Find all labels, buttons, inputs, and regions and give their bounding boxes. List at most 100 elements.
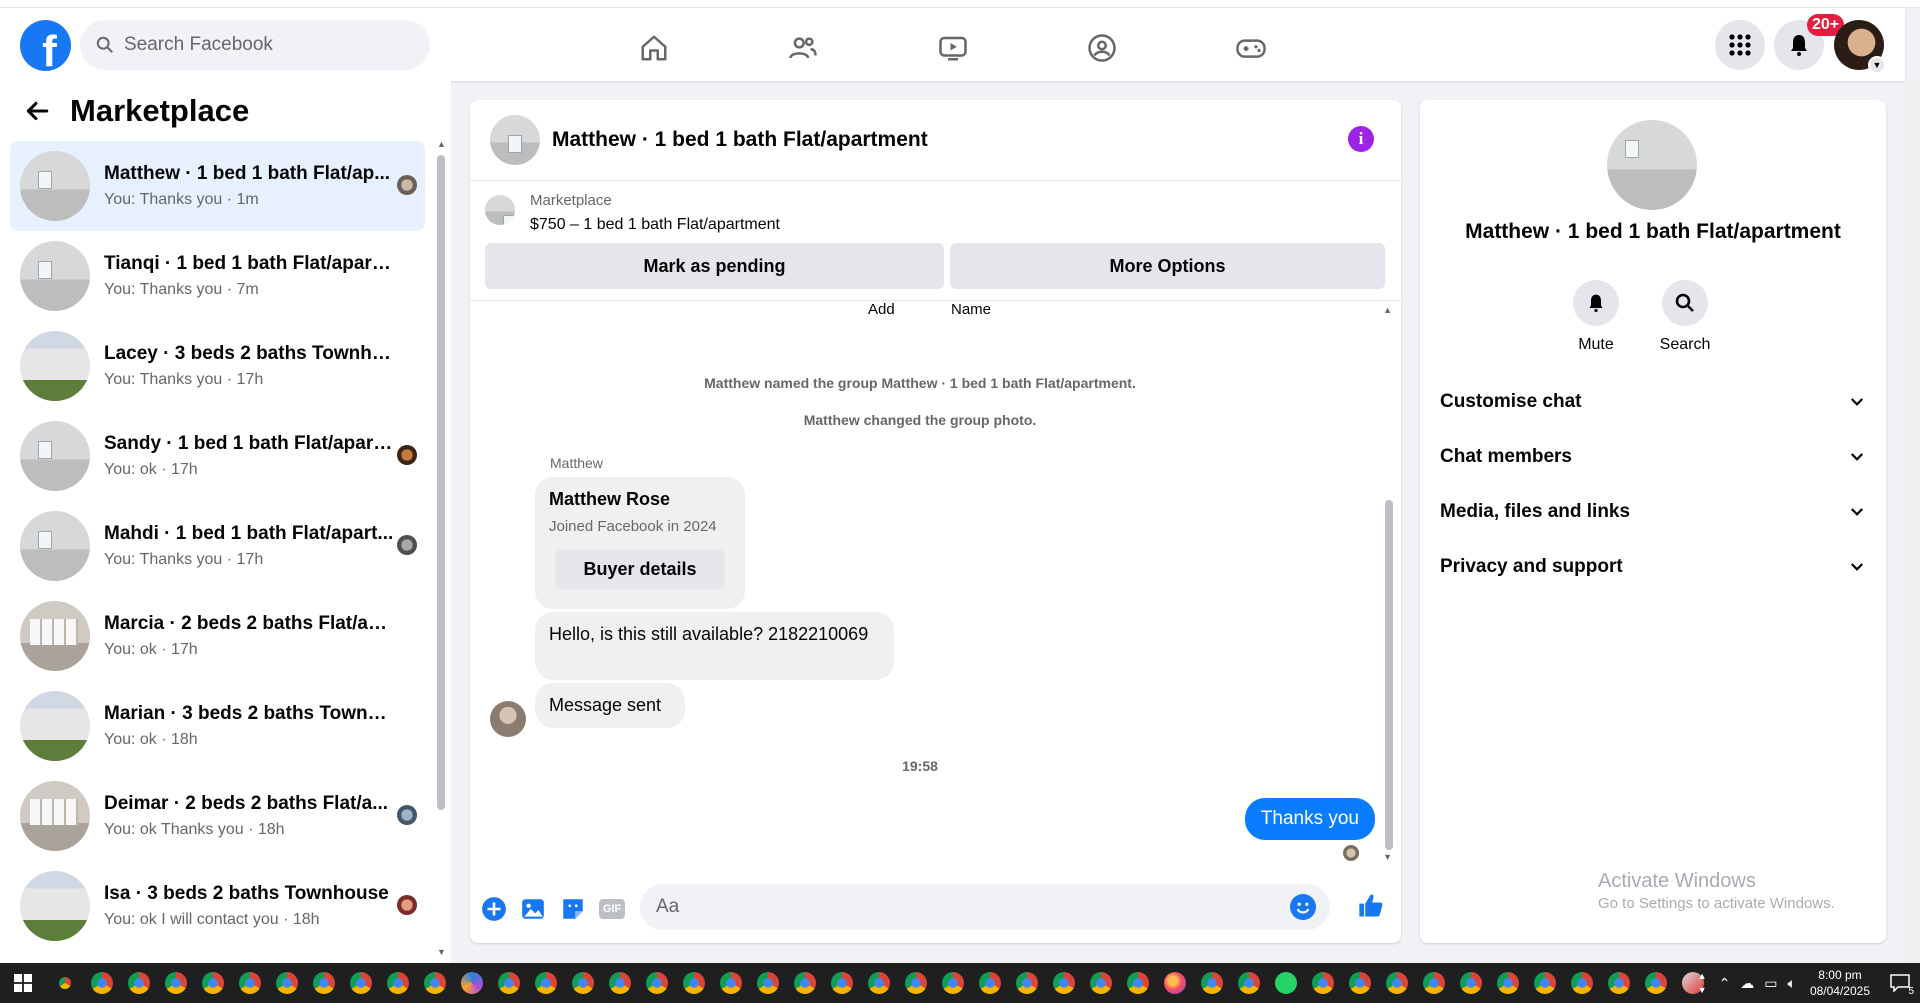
privacy-support-section[interactable]: Privacy and support	[1440, 545, 1866, 589]
info-icon[interactable]: i	[1348, 126, 1374, 152]
chrome-icon[interactable]	[1304, 963, 1341, 1003]
chrome-icon[interactable]	[1637, 963, 1674, 1003]
more-options-button[interactable]: More Options	[950, 243, 1385, 289]
sticker-icon[interactable]	[559, 895, 587, 923]
conversation-list-scrollbar[interactable]	[437, 155, 445, 810]
conversation-item[interactable]: Isa · 3 beds 2 baths Townhouse You: ok I …	[10, 861, 425, 951]
chrome-icon[interactable]	[1526, 963, 1563, 1003]
chrome-icon[interactable]	[1378, 963, 1415, 1003]
chrome-icon[interactable]	[1008, 963, 1045, 1003]
message-input[interactable]: Aa	[640, 884, 1330, 930]
chrome-icon[interactable]	[157, 963, 194, 1003]
conversation-item[interactable]: Mahdi · 1 bed 1 bath Flat/apart... You: T…	[10, 501, 425, 591]
conversation-item[interactable]: Lacey · 3 beds 2 baths Townhouse You: Tha…	[10, 321, 425, 411]
customise-chat-section[interactable]: Customise chat	[1440, 380, 1866, 424]
search-facebook-input[interactable]: Search Facebook	[80, 20, 430, 70]
gif-icon[interactable]: GIF	[598, 895, 626, 923]
whatsapp-icon[interactable]	[1267, 963, 1304, 1003]
like-thumbs-up-icon[interactable]	[1357, 892, 1385, 920]
scroll-up-arrow[interactable]: ▲	[1383, 305, 1392, 315]
chrome-icon[interactable]	[638, 963, 675, 1003]
volume-icon[interactable]: 🔈︎	[1788, 975, 1796, 992]
chrome-icon[interactable]	[749, 963, 786, 1003]
facebook-logo[interactable]: f	[20, 20, 71, 71]
chat-scrollbar[interactable]	[1385, 500, 1393, 850]
friends-icon[interactable]	[783, 28, 823, 68]
chrome-icon[interactable]	[416, 963, 453, 1003]
chrome-icon[interactable]	[1193, 963, 1230, 1003]
plus-icon[interactable]	[480, 895, 508, 923]
chrome-icon[interactable]	[1489, 963, 1526, 1003]
network-icon[interactable]: ☁	[1740, 975, 1754, 992]
show-hidden-icons-chevron-icon[interactable]: ⌃	[1719, 975, 1731, 992]
chrome-icon[interactable]	[490, 963, 527, 1003]
chat-members-section[interactable]: Chat members	[1440, 435, 1866, 479]
chrome-icon[interactable]	[1415, 963, 1452, 1003]
page-scrollbar[interactable]	[1905, 81, 1920, 963]
mute-button[interactable]: Mute	[1556, 280, 1636, 354]
conversation-item[interactable]: Sandy · 1 bed 1 bath Flat/apart... You: o…	[10, 411, 425, 501]
conversation-item[interactable]: Marcia · 2 beds 2 baths Flat/apar... You:…	[10, 591, 425, 681]
chrome-icon[interactable]	[971, 963, 1008, 1003]
chat-group-photo[interactable]	[490, 115, 540, 165]
chrome-icon[interactable]	[83, 963, 120, 1003]
chrome-icon[interactable]	[527, 963, 564, 1003]
scroll-up-arrow[interactable]: ▲	[437, 139, 446, 149]
conversation-item[interactable]: Matthew · 1 bed 1 bath Flat/ap... You: Th…	[10, 141, 425, 231]
chrome-icon[interactable]	[712, 963, 749, 1003]
gaming-icon[interactable]	[1231, 28, 1271, 68]
home-icon[interactable]	[634, 28, 674, 68]
firefox-icon[interactable]	[1156, 963, 1193, 1003]
conversation-item[interactable]: Deimar · 2 beds 2 baths Flat/a... You: ok…	[10, 771, 425, 861]
media-files-links-section[interactable]: Media, files and links	[1440, 490, 1866, 534]
emoji-icon[interactable]	[1290, 894, 1316, 920]
copilot-icon[interactable]	[453, 963, 490, 1003]
menu-grid-icon[interactable]	[1715, 20, 1765, 70]
chrome-icon[interactable]	[934, 963, 971, 1003]
chrome-icon[interactable]	[601, 963, 638, 1003]
group-photo[interactable]	[1607, 120, 1697, 210]
groups-icon[interactable]	[1082, 28, 1122, 68]
chrome-icon[interactable]	[564, 963, 601, 1003]
action-center-icon[interactable]: 5	[1880, 963, 1920, 1003]
chrome-icon[interactable]	[231, 963, 268, 1003]
chrome-icon[interactable]	[675, 963, 712, 1003]
chrome-icon[interactable]	[305, 963, 342, 1003]
chrome-icon[interactable]	[1452, 963, 1489, 1003]
buyer-details-button[interactable]: Buyer details	[555, 549, 725, 589]
back-arrow-icon[interactable]	[24, 98, 50, 124]
chrome-icon[interactable]	[1045, 963, 1082, 1003]
conversation-item[interactable]: Marian · 3 beds 2 baths Townho... You: ok…	[10, 681, 425, 771]
chrome-icon[interactable]	[823, 963, 860, 1003]
chrome-icon[interactable]	[786, 963, 823, 1003]
chrome-icon[interactable]	[1230, 963, 1267, 1003]
chrome-icon[interactable]	[897, 963, 934, 1003]
photo-icon[interactable]	[519, 895, 547, 923]
chrome-icon[interactable]	[120, 963, 157, 1003]
chevron-down-icon[interactable]: ▼	[1868, 56, 1886, 74]
chrome-icon[interactable]	[1119, 963, 1156, 1003]
monitor-icon[interactable]: ▭	[1764, 975, 1777, 992]
chrome-icon[interactable]	[1341, 963, 1378, 1003]
scroll-down-arrow[interactable]: ▼	[437, 947, 446, 957]
sender-avatar[interactable]	[490, 701, 526, 737]
chrome-icon[interactable]	[194, 963, 231, 1003]
conversation-item[interactable]: Tianqi · 1 bed 1 bath Flat/apartm... You:…	[10, 231, 425, 321]
chrome-icon[interactable]	[379, 963, 416, 1003]
chrome-icon[interactable]	[1600, 963, 1637, 1003]
chat-title[interactable]: Matthew · 1 bed 1 bath Flat/apartment	[552, 128, 928, 152]
scroll-down-arrow[interactable]: ▼	[1383, 852, 1392, 862]
search-in-chat-button[interactable]: Search	[1645, 280, 1725, 354]
mark-as-pending-button[interactable]: Mark as pending	[485, 243, 944, 289]
chrome-icon[interactable]	[1563, 963, 1600, 1003]
clock[interactable]: 8:00 pm 08/04/2025	[1810, 967, 1870, 999]
video-icon[interactable]	[933, 28, 973, 68]
chrome-icon[interactable]	[1082, 963, 1119, 1003]
chrome-icon[interactable]	[860, 963, 897, 1003]
marketplace-listing-banner[interactable]: Marketplace $750 – 1 bed 1 bath Flat/apa…	[470, 181, 1401, 239]
tray-scroll-arrows[interactable]: ▲ ▼	[1698, 969, 1707, 997]
chrome-icon[interactable]	[268, 963, 305, 1003]
chrome-icon[interactable]	[342, 963, 379, 1003]
windows-start-icon[interactable]	[0, 963, 46, 1003]
chrome-icon[interactable]	[46, 963, 83, 1003]
